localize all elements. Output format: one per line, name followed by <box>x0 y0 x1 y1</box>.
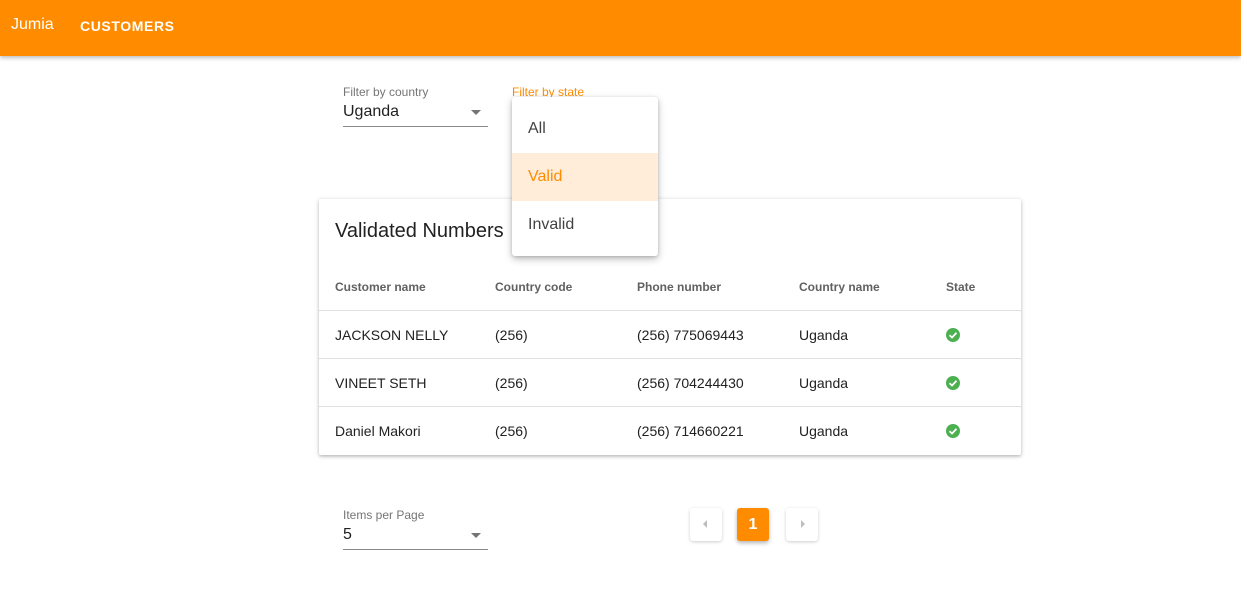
cell-country-code: (256) <box>495 327 528 343</box>
page-button-1[interactable]: 1 <box>737 508 769 541</box>
field-underline <box>343 549 488 550</box>
chevron-down-icon <box>471 533 481 538</box>
cell-country-name: Uganda <box>799 327 849 343</box>
column-header-country-code: Country code <box>495 280 573 294</box>
card-title: Validated Numbers <box>335 220 504 242</box>
field-underline <box>343 126 488 127</box>
chevron-right-icon <box>801 520 805 528</box>
cell-country-code: (256) <box>495 375 528 391</box>
menu-item-all[interactable]: All <box>512 105 658 153</box>
country-filter-value: Uganda <box>343 103 400 120</box>
column-header-phone-number: Phone number <box>637 280 722 294</box>
valid-check-icon <box>946 328 960 342</box>
next-page-button[interactable] <box>786 508 818 541</box>
brand-logo[interactable]: Jumia <box>11 16 54 34</box>
table-row: JACKSON NELLY (256) (256) 775069443 Ugan… <box>319 310 1021 358</box>
cell-phone-number: (256) 775069443 <box>637 327 744 343</box>
cell-customer-name: Daniel Makori <box>335 423 421 439</box>
cell-country-code: (256) <box>495 423 528 439</box>
column-header-country-name: Country name <box>799 280 880 294</box>
nav-customers[interactable]: CUSTOMERS <box>80 18 175 34</box>
cell-country-name: Uganda <box>799 375 849 391</box>
valid-check-icon <box>946 424 960 438</box>
validated-numbers-card: Validated Numbers Customer name Country … <box>319 199 1021 455</box>
items-per-page-value: 5 <box>343 526 352 543</box>
previous-page-button[interactable] <box>690 508 722 541</box>
cell-customer-name: VINEET SETH <box>335 375 427 391</box>
cell-country-name: Uganda <box>799 423 849 439</box>
menu-item-invalid[interactable]: Invalid <box>512 201 658 249</box>
items-per-page-label: Items per Page <box>343 508 425 522</box>
cell-phone-number: (256) 714660221 <box>637 423 744 439</box>
table-row: VINEET SETH (256) (256) 704244430 Uganda <box>319 358 1021 406</box>
country-filter-label: Filter by country <box>343 85 429 99</box>
cell-phone-number: (256) 704244430 <box>637 375 744 391</box>
country-filter-select[interactable]: Filter by country Uganda <box>343 85 488 129</box>
state-filter-menu: All Valid Invalid <box>512 97 658 256</box>
app-bar: Jumia CUSTOMERS <box>0 0 1241 56</box>
chevron-down-icon <box>471 110 481 115</box>
column-header-customer-name: Customer name <box>335 280 426 294</box>
cell-customer-name: JACKSON NELLY <box>335 327 449 343</box>
table-row: Daniel Makori (256) (256) 714660221 Ugan… <box>319 406 1021 454</box>
menu-item-valid[interactable]: Valid <box>512 153 658 201</box>
valid-check-icon <box>946 376 960 390</box>
chevron-left-icon <box>703 520 707 528</box>
column-header-state: State <box>946 280 976 294</box>
items-per-page-select[interactable]: Items per Page 5 <box>343 508 488 552</box>
